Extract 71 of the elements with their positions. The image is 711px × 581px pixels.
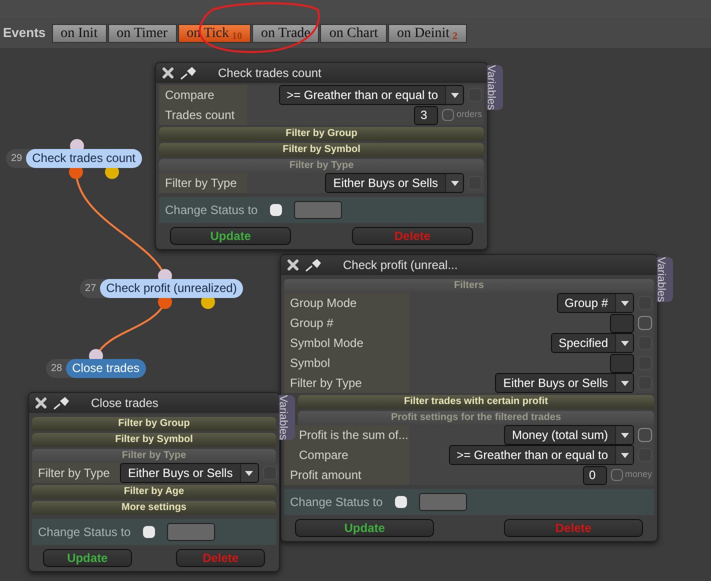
node-label: Check trades count (26, 149, 142, 168)
section-header[interactable]: Filter by Age (32, 485, 276, 499)
tab-count-label: 10 (232, 30, 242, 44)
events-label: Events (3, 24, 46, 42)
field-label: Symbol (284, 353, 409, 373)
close-icon[interactable] (287, 259, 299, 271)
node-label: Check profit (unrealized) (100, 279, 243, 298)
section-header[interactable]: Filter by Type (32, 449, 276, 463)
field-label: Group # (284, 313, 409, 333)
event-tab[interactable]: on Tick 10 (178, 24, 251, 42)
unit-label: orders (456, 108, 482, 122)
event-tab[interactable]: on Deinit 2 (388, 24, 466, 42)
node-label: Close trades (66, 359, 146, 378)
unit-label: money (624, 468, 652, 482)
number-input[interactable]: 0 (582, 466, 607, 484)
variables-tab[interactable]: Variables (657, 257, 673, 302)
event-tab[interactable]: on Timer (108, 24, 177, 42)
status-checkbox[interactable] (270, 204, 282, 216)
option-checkbox[interactable] (638, 316, 652, 330)
update-button[interactable]: Update (295, 519, 434, 537)
field-label: Trades count (159, 105, 247, 125)
update-button[interactable]: Update (43, 549, 132, 567)
node-number: 28 (51, 362, 64, 376)
unit-checkbox[interactable] (610, 469, 623, 481)
section-header[interactable]: Profit settings for the filtered trades (298, 411, 654, 425)
field-label: Profit amount (284, 465, 409, 485)
event-tab[interactable]: on Trade (252, 24, 320, 42)
dropdown-select[interactable]: Money (total sum) (504, 425, 634, 445)
window-title: Check trades count (218, 65, 322, 82)
close-icon[interactable] (35, 397, 47, 409)
field-label: Filter by Type (159, 173, 247, 193)
status-label: Change Status to (38, 524, 131, 541)
field-label: Compare (284, 445, 409, 465)
text-input[interactable] (610, 314, 634, 332)
node-number: 29 (11, 152, 24, 166)
section-header[interactable]: Filter by Symbol (159, 143, 484, 157)
status-label: Change Status to (290, 494, 383, 511)
status-input[interactable] (166, 523, 215, 541)
event-tab[interactable]: on Chart (320, 24, 387, 42)
number-input[interactable]: 3 (414, 106, 438, 124)
section-header[interactable]: Filter by Group (159, 127, 484, 141)
option-checkbox[interactable] (638, 428, 652, 442)
node-number: 27 (85, 282, 98, 296)
field-label: Filter by Type (284, 373, 409, 393)
flow-node[interactable]: 27 Check profit (unrealized) (80, 279, 243, 298)
section-header[interactable]: More settings (32, 501, 276, 515)
field-label: Compare (159, 85, 247, 105)
tab-count-label: 2 (452, 30, 458, 44)
flow-node[interactable]: 28 Close trades (46, 359, 146, 378)
section-header[interactable]: Filter by Type (159, 159, 484, 173)
section-header[interactable]: Filter by Group (32, 417, 276, 431)
status-checkbox[interactable] (394, 496, 407, 508)
update-button[interactable]: Update (170, 227, 292, 245)
field-label: Group Mode (284, 293, 409, 313)
event-tab[interactable]: on Init (52, 24, 107, 42)
dropdown-caret-icon[interactable] (615, 426, 633, 444)
window-title: Check profit (unreal... (343, 257, 458, 274)
field-label: Symbol Mode (284, 333, 409, 353)
field-label: Filter by Type (32, 463, 120, 483)
section-header[interactable]: Filter by Symbol (32, 433, 276, 447)
section-header[interactable]: Filter trades with certain profit (298, 395, 654, 409)
section-header[interactable]: Filters (284, 279, 654, 293)
unit-checkbox[interactable] (442, 109, 454, 121)
status-checkbox[interactable] (142, 526, 155, 538)
status-input[interactable] (418, 493, 467, 511)
status-label: Change Status to (165, 202, 258, 219)
window-title: Close trades (91, 395, 158, 412)
close-icon[interactable] (162, 67, 174, 79)
variables-tab[interactable]: Variables (487, 65, 503, 110)
status-input[interactable] (294, 201, 342, 219)
flow-node[interactable]: 29 Check trades count (6, 149, 142, 168)
